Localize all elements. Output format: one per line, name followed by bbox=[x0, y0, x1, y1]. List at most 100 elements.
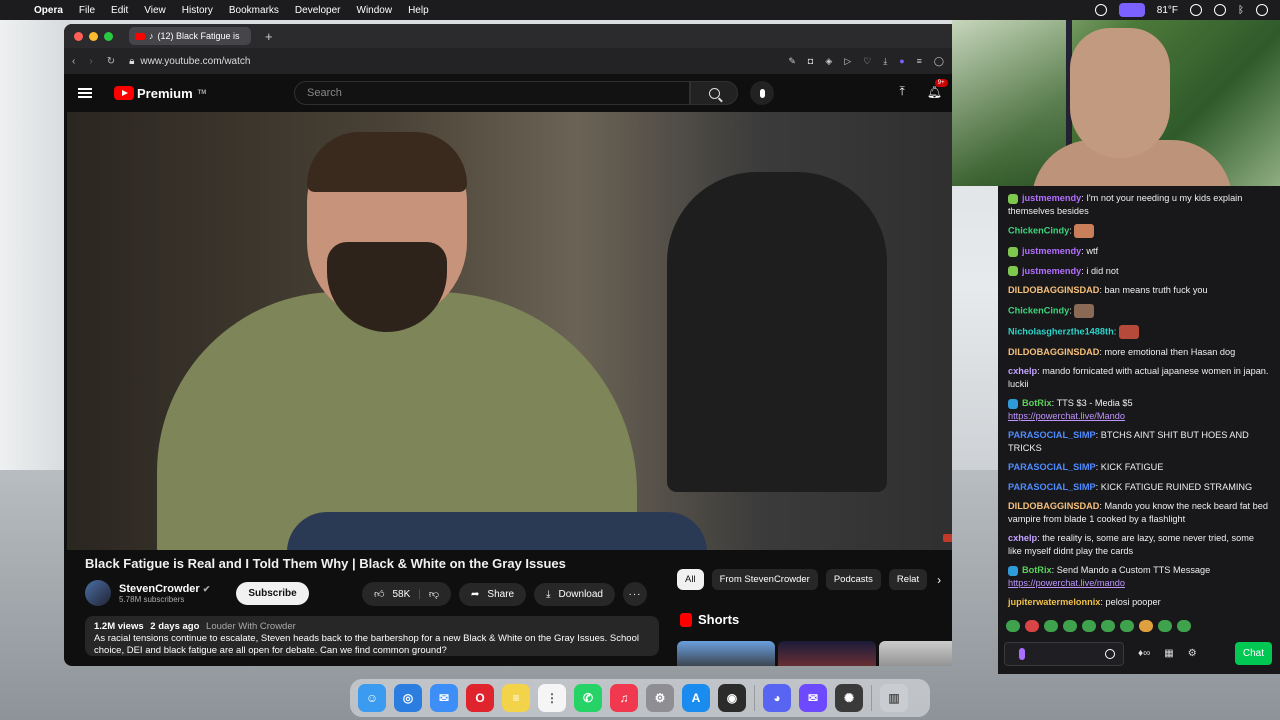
youtube-logo[interactable]: Premium TM bbox=[114, 86, 206, 101]
chat-username[interactable]: justmemendy bbox=[1022, 246, 1081, 256]
channel-name[interactable]: StevenCrowder ✔ bbox=[119, 583, 210, 595]
emote-icon[interactable] bbox=[1082, 620, 1096, 632]
chip-all[interactable]: All bbox=[677, 569, 704, 590]
new-tab-button[interactable]: + bbox=[265, 29, 273, 44]
finder-icon[interactable]: ☺ bbox=[358, 684, 386, 712]
minimize-window-button[interactable] bbox=[89, 31, 98, 41]
forward-icon[interactable]: › bbox=[89, 56, 92, 67]
chat-input[interactable] bbox=[1004, 642, 1124, 666]
notes-icon[interactable]: ≡ bbox=[502, 684, 530, 712]
chat-username[interactable]: Nicholasgherzthe1488th bbox=[1008, 326, 1114, 336]
weather-readout[interactable]: 81°F bbox=[1157, 5, 1178, 16]
chat-username[interactable]: DILDOBAGGINSDAD bbox=[1008, 285, 1099, 295]
music-icon[interactable]: ♫ bbox=[610, 684, 638, 712]
search-button[interactable] bbox=[690, 81, 738, 105]
bluetooth-icon[interactable]: ᛒ bbox=[1238, 5, 1244, 16]
menu-history[interactable]: History bbox=[182, 5, 213, 16]
proton-mail-icon[interactable]: ✉ bbox=[799, 684, 827, 712]
emote-icon[interactable] bbox=[1139, 620, 1153, 632]
chat-username[interactable]: justmemendy bbox=[1022, 266, 1081, 276]
obs-icon[interactable]: ◉ bbox=[718, 684, 746, 712]
settings-icon[interactable]: ⚙ bbox=[646, 684, 674, 712]
emoji-icon[interactable] bbox=[1105, 649, 1115, 659]
emote-icon[interactable] bbox=[1006, 620, 1020, 632]
chevron-right-icon[interactable]: › bbox=[937, 573, 941, 587]
control-center-icon[interactable] bbox=[1094, 4, 1107, 16]
search-input[interactable]: Search bbox=[294, 81, 690, 105]
chat-username[interactable]: cxhelp bbox=[1008, 533, 1037, 543]
video-player[interactable] bbox=[67, 112, 952, 550]
play-status-icon[interactable] bbox=[1214, 4, 1226, 16]
menu-developer[interactable]: Developer bbox=[295, 5, 341, 16]
shield-icon[interactable]: ◈ bbox=[825, 56, 832, 67]
emote-icon[interactable] bbox=[1101, 620, 1115, 632]
upload-icon[interactable]: ⤒ bbox=[899, 84, 904, 99]
moon-icon[interactable] bbox=[1256, 4, 1268, 16]
notifications-bell-icon[interactable]: 🔔︎ 9+ bbox=[927, 78, 948, 99]
headphones-icon[interactable] bbox=[1190, 4, 1202, 16]
voice-search-button[interactable] bbox=[750, 81, 774, 105]
app-status-icon[interactable] bbox=[1118, 3, 1145, 17]
menu-help[interactable]: Help bbox=[408, 5, 429, 16]
chatgpt-icon[interactable]: ✺ bbox=[835, 684, 863, 712]
video-description[interactable]: 1.2M views 2 days ago Louder With Crowde… bbox=[85, 616, 659, 656]
heart-icon[interactable]: ♡ bbox=[863, 56, 871, 67]
edit-icon[interactable]: ✎ bbox=[788, 56, 796, 67]
chat-username[interactable]: PARASOCIAL_SIMP bbox=[1008, 482, 1096, 492]
chat-username[interactable]: BotRix bbox=[1022, 565, 1052, 575]
gift-icon[interactable]: ♦∞ bbox=[1138, 648, 1150, 659]
mic-icon[interactable] bbox=[1019, 648, 1025, 660]
subscribe-button[interactable]: Subscribe bbox=[236, 581, 309, 605]
chat-link[interactable]: https://powerchat.live/mando bbox=[1008, 578, 1125, 588]
emote-icon[interactable] bbox=[1177, 620, 1191, 632]
short-thumbnail[interactable] bbox=[677, 641, 775, 666]
whatsapp-icon[interactable]: ✆ bbox=[574, 684, 602, 712]
emote-icon[interactable] bbox=[1120, 620, 1134, 632]
mail-icon[interactable]: ✉ bbox=[430, 684, 458, 712]
appstore-icon[interactable]: A bbox=[682, 684, 710, 712]
zoom-window-button[interactable] bbox=[104, 31, 113, 41]
channel-avatar[interactable] bbox=[85, 580, 111, 606]
chat-username[interactable]: BotRix bbox=[1022, 398, 1052, 408]
download-button[interactable]: ⤓ Download bbox=[534, 582, 615, 606]
send-icon[interactable]: ▷ bbox=[844, 56, 851, 67]
chat-username[interactable]: ChickenCindy bbox=[1008, 305, 1069, 315]
subscribe-watermark[interactable] bbox=[943, 534, 952, 542]
emote-icon[interactable] bbox=[1044, 620, 1058, 632]
extension-icon[interactable]: ● bbox=[899, 56, 904, 67]
menu-bookmarks[interactable]: Bookmarks bbox=[229, 5, 279, 16]
back-icon[interactable]: ‹ bbox=[72, 56, 75, 67]
menu-edit[interactable]: Edit bbox=[111, 5, 128, 16]
chip-from-channel[interactable]: From StevenCrowder bbox=[711, 569, 818, 590]
like-button[interactable]: 👍︎ 58K | 👎︎ bbox=[362, 582, 452, 606]
hamburger-menu-icon[interactable] bbox=[78, 88, 92, 98]
profile-icon[interactable]: ◯ bbox=[934, 56, 944, 67]
chat-username[interactable]: ChickenCindy bbox=[1008, 225, 1069, 235]
short-thumbnail[interactable] bbox=[879, 641, 952, 666]
share-button[interactable]: ➦ Share bbox=[459, 582, 527, 606]
emote-icon[interactable] bbox=[1025, 620, 1039, 632]
browser-tab[interactable]: ♪ (12) Black Fatigue is bbox=[129, 27, 251, 45]
close-window-button[interactable] bbox=[74, 31, 83, 41]
chat-username[interactable]: cxhelp bbox=[1008, 366, 1037, 376]
emote-icon[interactable] bbox=[1063, 620, 1077, 632]
trash-icon[interactable]: ▥ bbox=[880, 684, 908, 712]
menu-icon[interactable]: ≡ bbox=[917, 56, 922, 67]
chat-username[interactable]: DILDOBAGGINSDAD bbox=[1008, 501, 1099, 511]
chat-username[interactable]: DILDOBAGGINSDAD bbox=[1008, 347, 1099, 357]
chat-username[interactable]: justmemendy bbox=[1022, 193, 1081, 203]
emote-icon[interactable] bbox=[1158, 620, 1172, 632]
address-field[interactable]: 🔒︎ www.youtube.com/watch bbox=[129, 56, 774, 67]
menu-window[interactable]: Window bbox=[357, 5, 393, 16]
download-icon[interactable]: ⤓ bbox=[883, 56, 887, 67]
more-actions-button[interactable]: ··· bbox=[623, 582, 647, 606]
chat-link[interactable]: https://powerchat.live/Mando bbox=[1008, 411, 1125, 421]
chip-podcasts[interactable]: Podcasts bbox=[825, 569, 881, 590]
thumbs-down-icon[interactable]: 👎︎ bbox=[429, 588, 439, 600]
menu-view[interactable]: View bbox=[144, 5, 166, 16]
chip-related[interactable]: Relat bbox=[888, 569, 928, 590]
chat-username[interactable]: jupiterwatermelonnix bbox=[1008, 597, 1100, 607]
chat-username[interactable]: PARASOCIAL_SIMP bbox=[1008, 430, 1096, 440]
reload-icon[interactable]: ↻ bbox=[107, 56, 115, 67]
opera-icon[interactable]: O bbox=[466, 684, 494, 712]
